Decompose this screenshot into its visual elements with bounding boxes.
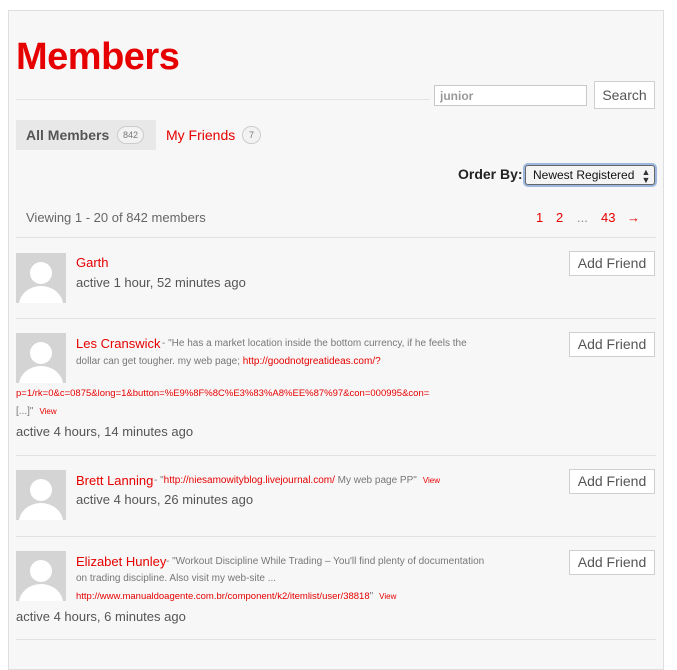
avatar[interactable] xyxy=(16,551,66,601)
activity-update-text-part: - " xyxy=(154,475,164,486)
select-arrows-icon: ▲▼ xyxy=(641,167,651,183)
avatar[interactable] xyxy=(16,253,66,303)
activity-update-text-part: My web page PP" xyxy=(334,475,417,486)
member-activity: active 4 hours, 26 minutes ago xyxy=(76,492,254,507)
default-avatar-icon xyxy=(19,342,63,383)
member-name-brett-lanning[interactable]: Brett Lanning xyxy=(76,473,153,488)
activity-update-text-part: dollar can get tougher. my web page; xyxy=(76,356,243,367)
search-input[interactable] xyxy=(434,85,587,106)
avatar[interactable] xyxy=(16,333,66,383)
list-divider xyxy=(16,455,656,456)
activity-update-text: - "He has a market location inside the b… xyxy=(162,338,467,349)
page-link-1[interactable]: 1 xyxy=(536,210,543,225)
add-friend-button[interactable]: Add Friend xyxy=(569,550,655,575)
order-by-label: Order By: xyxy=(458,166,523,182)
list-divider xyxy=(16,536,656,537)
activity-update-link[interactable]: p=1/rk=0&c=0875&long=1&button=%E9%8F%8C%… xyxy=(16,388,429,399)
member-activity: active 4 hours, 14 minutes ago xyxy=(16,424,194,439)
activity-update-ellipsis: [...]" xyxy=(16,406,34,417)
add-friend-button[interactable]: Add Friend xyxy=(569,332,655,357)
view-update-link[interactable]: View xyxy=(39,407,56,416)
activity-update-text: on trading discipline. Also visit my web… xyxy=(76,573,277,584)
activity-update-text: dollar can get tougher. my web page; htt… xyxy=(76,356,381,367)
add-friend-button[interactable]: Add Friend xyxy=(569,469,655,494)
member-activity: active 1 hour, 52 minutes ago xyxy=(76,275,246,290)
activity-update-text: [...]" View xyxy=(16,406,57,417)
view-update-link[interactable]: View xyxy=(379,592,396,601)
order-by-selected-value: Newest Registered xyxy=(533,168,635,182)
next-page-arrow-icon[interactable]: → xyxy=(627,210,640,225)
order-by-select[interactable]: Newest Registered ▲▼ xyxy=(525,165,655,185)
page-link-43[interactable]: 43 xyxy=(601,210,615,225)
activity-update-link[interactable]: http://goodnotgreatideas.com/? xyxy=(243,356,381,367)
my-friends-count-badge: 7 xyxy=(242,126,261,144)
activity-update-text: - "http://niesamowityblog.livejournal.co… xyxy=(154,475,440,486)
title-divider xyxy=(16,99,430,100)
activity-update-text: http://www.manualdoagente.com.br/compone… xyxy=(76,591,396,602)
list-divider xyxy=(16,237,656,238)
activity-update-link[interactable]: http://www.manualdoagente.com.br/compone… xyxy=(76,591,370,602)
member-name-garth[interactable]: Garth xyxy=(76,255,109,270)
pagination-count: Viewing 1 - 20 of 842 members xyxy=(26,210,206,225)
list-divider xyxy=(16,318,656,319)
all-members-count-badge: 842 xyxy=(117,126,144,144)
default-avatar-icon xyxy=(19,479,63,520)
tab-my-friends[interactable]: My Friends xyxy=(166,127,235,143)
list-divider xyxy=(16,639,656,640)
avatar[interactable] xyxy=(16,470,66,520)
view-update-link[interactable]: View xyxy=(423,476,440,485)
default-avatar-icon xyxy=(19,262,63,303)
tab-all-members-label[interactable]: All Members xyxy=(26,127,109,143)
page-title: Members xyxy=(16,36,180,78)
member-activity: active 4 hours, 6 minutes ago xyxy=(16,609,186,624)
page-link-2[interactable]: 2 xyxy=(556,210,563,225)
add-friend-button[interactable]: Add Friend xyxy=(569,251,655,276)
default-avatar-icon xyxy=(19,560,63,601)
member-name-elizabet-hunley[interactable]: Elizabet Hunley xyxy=(76,554,166,569)
activity-update-text: - "Workout Discipline While Trading – Yo… xyxy=(166,556,485,567)
activity-update-text-part: " xyxy=(369,591,374,602)
search-button[interactable]: Search xyxy=(594,81,655,109)
member-name-les-cranswick[interactable]: Les Cranswick xyxy=(76,336,161,351)
activity-update-link[interactable]: http://niesamowityblog.livejournal.com/ xyxy=(164,475,335,486)
pagination-ellipsis: ... xyxy=(577,210,588,225)
